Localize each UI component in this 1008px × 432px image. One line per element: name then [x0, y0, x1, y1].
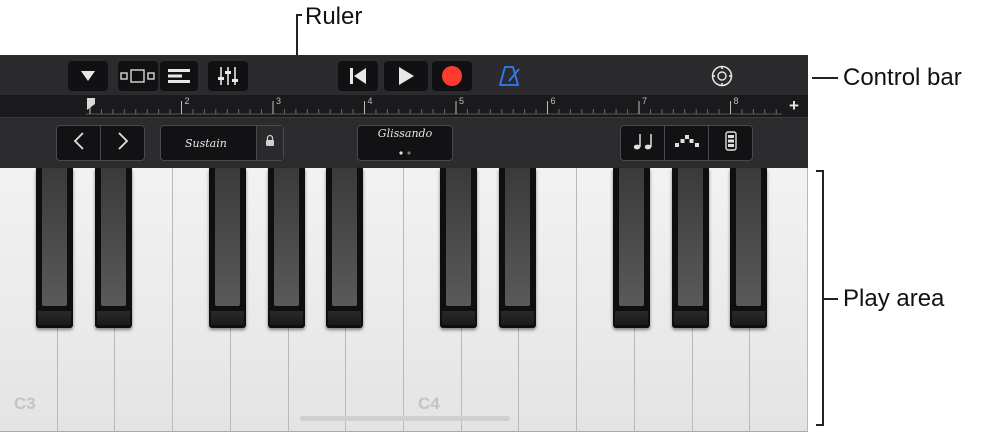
black-key-lip: [210, 311, 244, 325]
black-key-face: [273, 168, 299, 306]
play-area-bracket-bottom: [816, 424, 824, 426]
play-icon: [397, 66, 415, 86]
black-key-face: [214, 168, 240, 306]
tracks-view-icon: [167, 68, 191, 84]
ruler-callout: Ruler: [305, 3, 363, 30]
black-key-face: [736, 168, 762, 306]
garageband-keyboard-app: + 2 3 4 5 6 7 8 Sustain Glissando C3 C4: [0, 55, 808, 432]
arpeggiator-button[interactable]: [664, 125, 709, 161]
sustain-label: Sustain: [185, 136, 227, 150]
playhead-marker-icon[interactable]: [86, 97, 96, 116]
keyboard-layout-button[interactable]: [708, 125, 753, 161]
black-key[interactable]: [730, 168, 768, 328]
ruler-tick-label: 5: [459, 96, 465, 106]
octave-up-button[interactable]: [100, 125, 145, 161]
black-key[interactable]: [499, 168, 537, 328]
go-to-beginning-icon: [348, 67, 368, 85]
black-key-lip: [501, 311, 535, 325]
black-key-face: [332, 168, 358, 306]
metronome-icon: [498, 65, 522, 87]
notes-icon: [632, 131, 654, 156]
ruler-tick-label: 2: [184, 96, 190, 106]
keyboard-layout-icon: [724, 130, 737, 156]
glissando-page-dots: [397, 142, 413, 160]
metronome-button[interactable]: [490, 61, 530, 91]
key-label-c3: C3: [14, 394, 36, 413]
black-key-lip: [37, 311, 71, 325]
record-button[interactable]: [432, 61, 472, 91]
black-key-lip: [614, 311, 648, 325]
home-indicator: [300, 416, 510, 421]
black-key-lip: [269, 311, 303, 325]
ruler-tick-label: 8: [733, 96, 739, 106]
black-key[interactable]: [612, 168, 650, 328]
black-key-face: [445, 168, 471, 306]
sustain-lock-area[interactable]: [256, 126, 283, 160]
black-key-lip: [97, 311, 131, 325]
mixer-button[interactable]: [208, 61, 248, 91]
ruler-tick-label: 6: [550, 96, 556, 106]
key-label-c4: C4: [418, 394, 440, 413]
view-menu-button[interactable]: [68, 61, 108, 91]
ruler[interactable]: + 2 3 4 5 6 7 8: [0, 95, 808, 117]
black-key[interactable]: [267, 168, 305, 328]
dropdown-triangle-icon: [80, 70, 96, 82]
black-key[interactable]: [671, 168, 709, 328]
settings-button[interactable]: [702, 61, 742, 91]
black-key-face: [505, 168, 531, 306]
record-icon: [441, 65, 463, 87]
black-key-lip: [673, 311, 707, 325]
arpeggiator-icon: [674, 134, 700, 153]
browser-button[interactable]: [118, 61, 158, 91]
play-area-callout-leader: [824, 298, 838, 300]
control-bar-callout-leader: [812, 77, 838, 79]
black-key-face: [618, 168, 644, 306]
glissando-label: Glissando: [377, 126, 433, 140]
ruler-tick-label: 4: [367, 96, 373, 106]
settings-icon: [710, 64, 734, 88]
chevron-left-icon: [73, 131, 85, 155]
glissando-button[interactable]: Glissando: [357, 125, 453, 161]
ruler-tick-label: 7: [642, 96, 648, 106]
play-button[interactable]: [384, 61, 428, 91]
ruler-tick-label: 3: [276, 96, 282, 106]
browser-icon: [120, 69, 156, 83]
black-key-face: [677, 168, 703, 306]
control-bar-callout: Control bar: [843, 64, 962, 91]
play-area-callout: Play area: [843, 285, 945, 312]
black-key-face: [101, 168, 127, 306]
notes-button[interactable]: [620, 125, 665, 161]
sustain-button[interactable]: Sustain: [160, 125, 284, 161]
control-bar: [0, 55, 808, 95]
go-to-beginning-button[interactable]: [338, 61, 378, 91]
black-key-lip: [441, 311, 475, 325]
ruler-track[interactable]: [86, 99, 782, 115]
black-key[interactable]: [95, 168, 133, 328]
ruler-callout-tick: [296, 14, 302, 16]
octave-down-button[interactable]: [56, 125, 101, 161]
lock-icon: [265, 134, 275, 152]
black-key-face: [41, 168, 67, 306]
add-section-button[interactable]: +: [789, 95, 799, 117]
black-key-lip: [732, 311, 766, 325]
black-key[interactable]: [35, 168, 73, 328]
black-key[interactable]: [326, 168, 364, 328]
play-area-keyboard[interactable]: C3 C4: [0, 168, 808, 432]
tracks-view-button[interactable]: [160, 61, 198, 91]
keyboard-controls-strip: Sustain Glissando: [0, 117, 808, 169]
black-key-lip: [328, 311, 362, 325]
black-key[interactable]: [439, 168, 477, 328]
black-key[interactable]: [208, 168, 246, 328]
mixer-icon: [217, 66, 239, 86]
chevron-right-icon: [117, 131, 129, 155]
